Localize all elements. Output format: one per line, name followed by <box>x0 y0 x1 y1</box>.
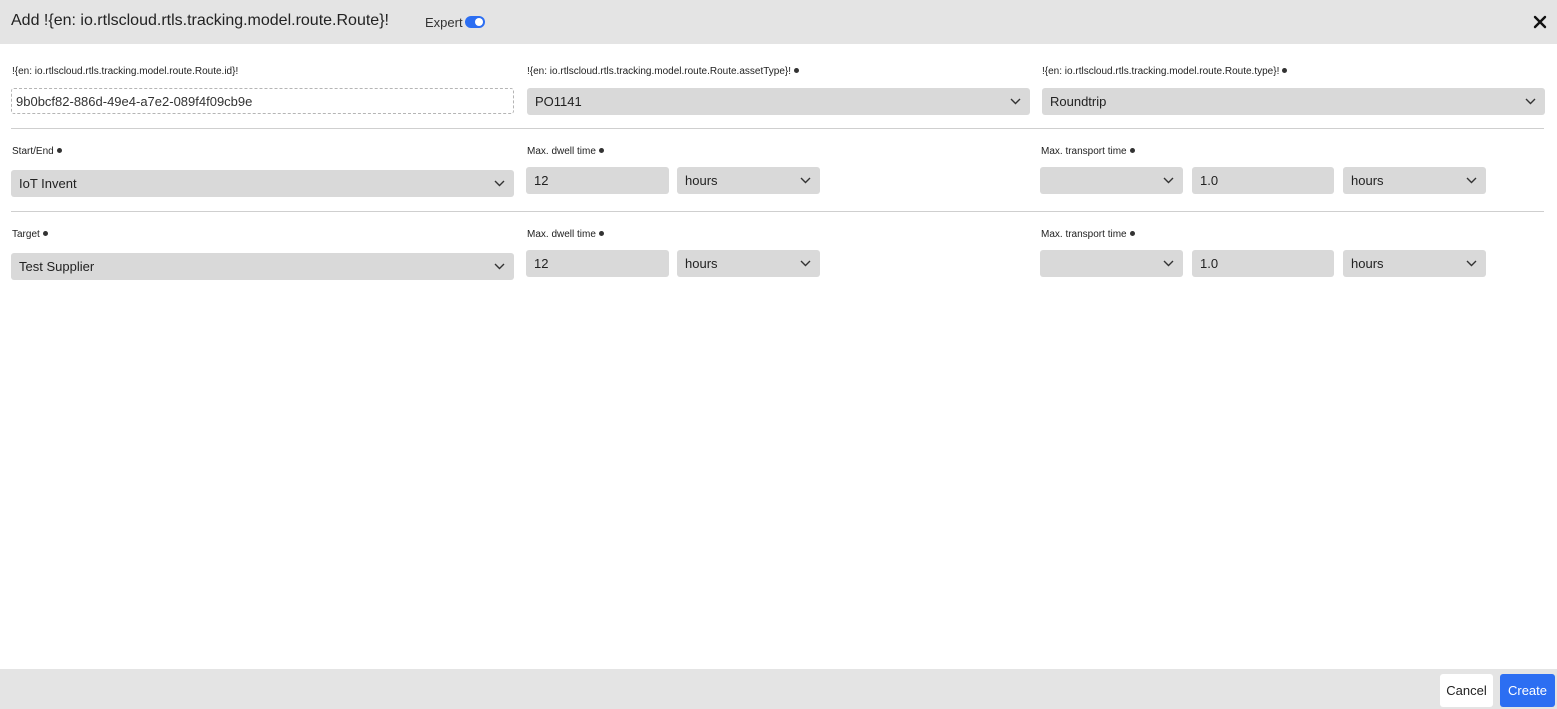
start-transport-select[interactable] <box>1040 167 1183 194</box>
chevron-down-icon <box>1466 260 1477 266</box>
chevron-down-icon <box>494 180 505 186</box>
target-transport-unit-select[interactable]: hours <box>1343 250 1486 277</box>
close-icon[interactable] <box>1531 12 1549 32</box>
target-dwell-label: Max. dwell time <box>527 229 604 240</box>
dialog-footer: Cancel Create <box>0 669 1557 709</box>
dialog-title: Add !{en: io.rtlscloud.rtls.tracking.mod… <box>11 12 389 29</box>
cancel-button[interactable]: Cancel <box>1440 674 1493 707</box>
start-dwell-input[interactable]: 12 <box>526 167 669 194</box>
start-transport-input[interactable]: 1.0 <box>1192 167 1334 194</box>
chevron-down-icon <box>1163 177 1174 183</box>
start-dwell-label: Max. dwell time <box>527 146 604 157</box>
divider <box>11 211 1544 212</box>
divider <box>11 128 1544 129</box>
route-id-field[interactable]: 9b0bcf82-886d-49e4-a7e2-089f4f09cb9e <box>11 88 514 114</box>
chevron-down-icon <box>1525 98 1536 104</box>
required-dot <box>598 148 604 153</box>
start-end-label: Start/End <box>12 146 62 157</box>
route-type-select[interactable]: Roundtrip <box>1042 88 1545 115</box>
start-end-select[interactable]: IoT Invent <box>11 170 514 197</box>
start-transport-unit-select[interactable]: hours <box>1343 167 1486 194</box>
target-transport-label: Max. transport time <box>1041 229 1135 240</box>
toggle-knob <box>475 18 483 26</box>
asset-type-label: !{en: io.rtlscloud.rtls.tracking.model.r… <box>527 66 800 77</box>
target-label: Target <box>12 229 48 240</box>
chevron-down-icon <box>494 263 505 269</box>
required-dot <box>56 148 62 153</box>
target-select[interactable]: Test Supplier <box>11 253 514 280</box>
required-dot <box>1129 231 1135 236</box>
required-dot <box>42 231 48 236</box>
start-transport-label: Max. transport time <box>1041 146 1135 157</box>
chevron-down-icon <box>1163 260 1174 266</box>
required-dot <box>598 231 604 236</box>
chevron-down-icon <box>800 177 811 183</box>
required-dot <box>794 68 800 73</box>
create-button[interactable]: Create <box>1500 674 1555 707</box>
target-transport-select[interactable] <box>1040 250 1183 277</box>
chevron-down-icon <box>1466 177 1477 183</box>
expert-toggle[interactable] <box>465 16 485 28</box>
required-dot <box>1129 148 1135 153</box>
required-dot <box>1282 68 1288 73</box>
route-type-label: !{en: io.rtlscloud.rtls.tracking.model.r… <box>1042 66 1288 77</box>
chevron-down-icon <box>1010 98 1021 104</box>
expert-label: Expert <box>425 15 463 30</box>
target-dwell-unit-select[interactable]: hours <box>677 250 820 277</box>
dialog-header: Add !{en: io.rtlscloud.rtls.tracking.mod… <box>0 0 1557 44</box>
asset-type-select[interactable]: PO1141 <box>527 88 1030 115</box>
start-dwell-unit-select[interactable]: hours <box>677 167 820 194</box>
chevron-down-icon <box>800 260 811 266</box>
target-dwell-input[interactable]: 12 <box>526 250 669 277</box>
route-id-label: !{en: io.rtlscloud.rtls.tracking.model.r… <box>12 66 239 77</box>
target-transport-input[interactable]: 1.0 <box>1192 250 1334 277</box>
